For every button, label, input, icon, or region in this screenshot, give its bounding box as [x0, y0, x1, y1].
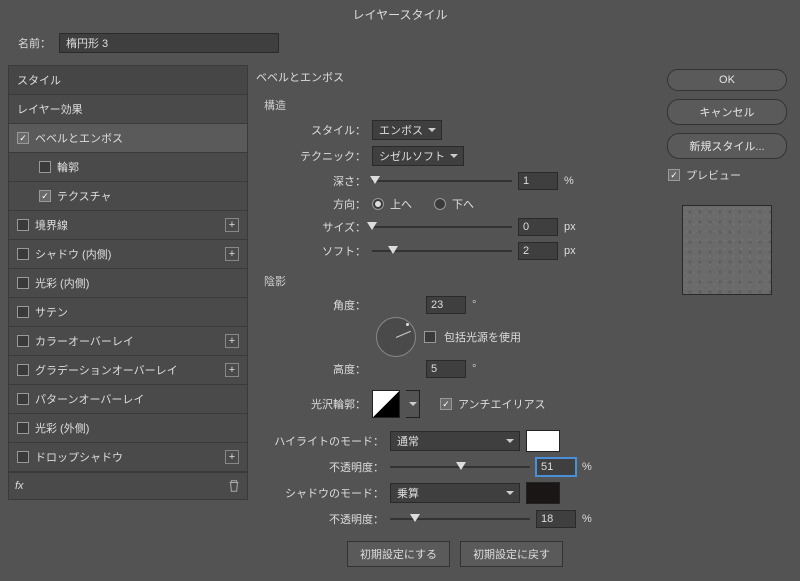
- soften-slider[interactable]: [372, 244, 512, 258]
- trash-icon[interactable]: [227, 479, 241, 493]
- style-item-label: ドロップシャドウ: [35, 449, 123, 465]
- style-select[interactable]: エンボス: [372, 120, 442, 140]
- name-label: 名前：: [18, 35, 51, 51]
- plus-icon[interactable]: +: [225, 363, 239, 377]
- highlight-opacity-label: 不透明度：: [256, 459, 384, 475]
- technique-select[interactable]: シゼルソフト: [372, 146, 464, 166]
- gloss-contour-dropdown[interactable]: [406, 390, 420, 418]
- style-item-label: サテン: [35, 304, 68, 320]
- highlight-opacity-slider[interactable]: [390, 460, 530, 474]
- style-item-4[interactable]: シャドウ (内側) +: [9, 240, 247, 269]
- highlight-opacity-input[interactable]: [536, 458, 576, 476]
- style-item-9[interactable]: パターンオーバーレイ: [9, 385, 247, 414]
- highlight-mode-label: ハイライトのモード：: [256, 433, 384, 449]
- shading-header: 陰影: [256, 269, 654, 293]
- style-item-label: パターンオーバーレイ: [35, 391, 144, 407]
- style-checkbox[interactable]: [17, 219, 29, 231]
- style-item-5[interactable]: 光彩 (内側): [9, 269, 247, 298]
- style-item-2[interactable]: テクスチャ: [9, 182, 247, 211]
- style-checkbox[interactable]: [17, 364, 29, 376]
- style-item-label: カラーオーバーレイ: [35, 333, 134, 349]
- altitude-input[interactable]: [426, 360, 466, 378]
- structure-header: 構造: [256, 93, 654, 117]
- style-item-6[interactable]: サテン: [9, 298, 247, 327]
- style-item-label: ベベルとエンボス: [35, 130, 123, 146]
- shadow-mode-label: シャドウのモード：: [256, 485, 384, 501]
- style-checkbox[interactable]: [17, 422, 29, 434]
- make-default-button[interactable]: 初期設定にする: [347, 541, 450, 567]
- style-item-label: シャドウ (内側): [35, 246, 111, 262]
- layer-name-input[interactable]: [59, 33, 279, 53]
- shadow-opacity-slider[interactable]: [390, 512, 530, 526]
- style-item-11[interactable]: ドロップシャドウ +: [9, 443, 247, 472]
- size-input[interactable]: [518, 218, 558, 236]
- plus-icon[interactable]: +: [225, 450, 239, 464]
- fx-label[interactable]: fx: [15, 480, 24, 492]
- depth-input[interactable]: [518, 172, 558, 190]
- shadow-mode-select[interactable]: 乗算: [390, 483, 520, 503]
- style-item-label: 光彩 (外側): [35, 420, 89, 436]
- style-checkbox[interactable]: [17, 335, 29, 347]
- antialias-checkbox[interactable]: [440, 398, 452, 410]
- depth-label: 深さ：: [256, 173, 366, 189]
- direction-label: 方向：: [256, 196, 366, 212]
- ok-button[interactable]: OK: [667, 69, 787, 91]
- soften-label: ソフト：: [256, 243, 366, 259]
- style-checkbox[interactable]: [17, 132, 29, 144]
- angle-control[interactable]: [376, 317, 416, 357]
- style-item-0[interactable]: ベベルとエンボス: [9, 124, 247, 153]
- style-item-8[interactable]: グラデーションオーバーレイ +: [9, 356, 247, 385]
- layer-effects-label: レイヤー効果: [17, 101, 83, 117]
- layer-effects-header[interactable]: レイヤー効果: [9, 95, 247, 124]
- style-checkbox[interactable]: [17, 451, 29, 463]
- style-item-label: 輪郭: [57, 159, 79, 175]
- style-item-10[interactable]: 光彩 (外側): [9, 414, 247, 443]
- global-light-checkbox[interactable]: [424, 331, 436, 343]
- style-item-label: グラデーションオーバーレイ: [35, 362, 178, 378]
- shadow-opacity-input[interactable]: [536, 510, 576, 528]
- style-label: スタイル：: [256, 122, 366, 138]
- style-item-label: 境界線: [35, 217, 68, 233]
- style-checkbox[interactable]: [39, 161, 51, 173]
- shadow-opacity-label: 不透明度：: [256, 511, 384, 527]
- dialog-title: レイヤースタイル: [0, 0, 800, 29]
- style-checkbox[interactable]: [39, 190, 51, 202]
- style-checkbox[interactable]: [17, 277, 29, 289]
- plus-icon[interactable]: +: [225, 334, 239, 348]
- gloss-contour[interactable]: [372, 390, 400, 418]
- style-item-3[interactable]: 境界線 +: [9, 211, 247, 240]
- preview-box: [682, 205, 772, 295]
- style-checkbox[interactable]: [17, 248, 29, 260]
- style-item-label: テクスチャ: [57, 188, 112, 204]
- styles-header: スタイル: [8, 65, 248, 94]
- style-item-7[interactable]: カラーオーバーレイ +: [9, 327, 247, 356]
- angle-label: 角度：: [256, 297, 366, 313]
- highlight-color-swatch[interactable]: [526, 430, 560, 452]
- preview-checkbox[interactable]: [668, 169, 680, 181]
- style-checkbox[interactable]: [17, 393, 29, 405]
- style-item-label: 光彩 (内側): [35, 275, 89, 291]
- direction-down-radio[interactable]: [434, 198, 446, 210]
- new-style-button[interactable]: 新規スタイル...: [667, 133, 787, 159]
- size-label: サイズ：: [256, 219, 366, 235]
- plus-icon[interactable]: +: [225, 247, 239, 261]
- gloss-label: 光沢輪郭：: [256, 396, 366, 412]
- cancel-button[interactable]: キャンセル: [667, 99, 787, 125]
- angle-input[interactable]: [426, 296, 466, 314]
- style-item-1[interactable]: 輪郭: [9, 153, 247, 182]
- size-slider[interactable]: [372, 220, 512, 234]
- highlight-mode-select[interactable]: 通常: [390, 431, 520, 451]
- depth-slider[interactable]: [372, 174, 512, 188]
- reset-default-button[interactable]: 初期設定に戻す: [460, 541, 563, 567]
- direction-up-radio[interactable]: [372, 198, 384, 210]
- panel-title: ベベルとエンボス: [256, 65, 654, 93]
- technique-label: テクニック：: [256, 148, 366, 164]
- soften-input[interactable]: [518, 242, 558, 260]
- shadow-color-swatch[interactable]: [526, 482, 560, 504]
- style-checkbox[interactable]: [17, 306, 29, 318]
- fx-footer: fx: [8, 473, 248, 500]
- altitude-label: 高度：: [256, 361, 366, 377]
- plus-icon[interactable]: +: [225, 218, 239, 232]
